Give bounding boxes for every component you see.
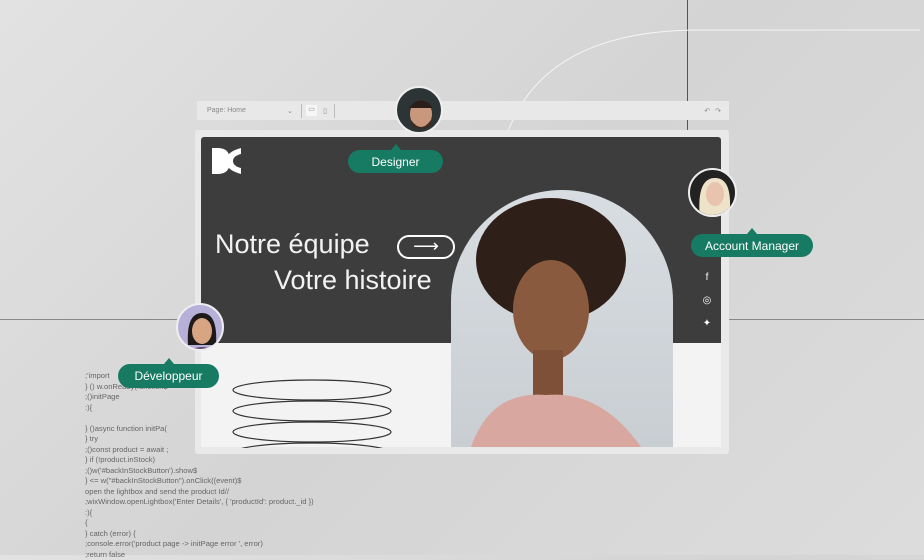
- developer-avatar: [176, 303, 224, 351]
- undo-icon[interactable]: ↶: [704, 107, 710, 115]
- headline-line-2: Votre histoire: [274, 265, 432, 295]
- mobile-icon[interactable]: ▯: [320, 107, 330, 115]
- decorative-arc: [504, 29, 920, 140]
- code-snippet: ;'import} () w.onReady(function$;()initP…: [85, 371, 314, 559]
- twitter-icon[interactable]: ✦: [702, 318, 712, 329]
- hero-portrait: [451, 190, 673, 447]
- redo-icon[interactable]: ↷: [715, 107, 721, 115]
- page-select[interactable]: Page: Home: [207, 107, 287, 114]
- arrow-right-button[interactable]: ⟶: [397, 235, 455, 259]
- chevron-down-icon[interactable]: ⌄: [287, 107, 297, 115]
- editor-toolbar: Page: Home ⌄ ▭ ▯ ↶ ↷: [197, 101, 729, 120]
- account-manager-label: Account Manager: [691, 228, 813, 257]
- desktop-icon[interactable]: ▭: [306, 105, 317, 116]
- instagram-icon[interactable]: ◎: [702, 295, 712, 306]
- site-logo: [212, 148, 241, 174]
- developer-label: Développeur: [118, 358, 219, 388]
- facebook-icon[interactable]: f: [702, 272, 712, 283]
- designer-label: Designer: [348, 144, 443, 173]
- account-manager-avatar: [688, 168, 737, 217]
- designer-avatar: [395, 86, 443, 134]
- headline-line-1: Notre équipe: [215, 229, 370, 259]
